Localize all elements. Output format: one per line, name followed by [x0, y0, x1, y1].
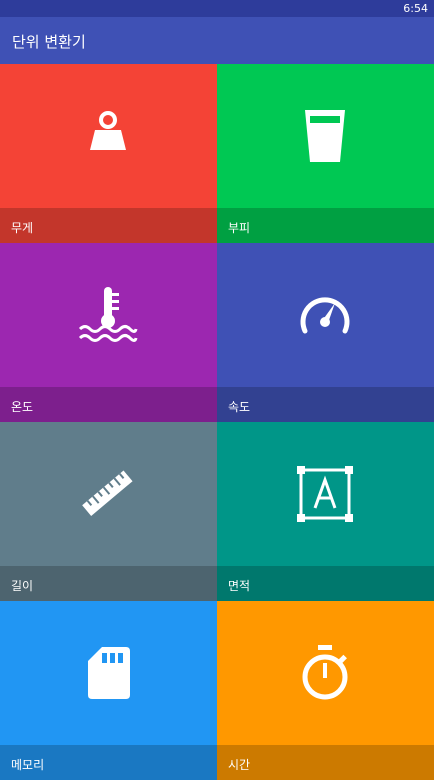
thermometer-icon: [78, 285, 138, 345]
tile-label-speed: 속도: [228, 400, 251, 414]
tile-length[interactable]: 길이: [0, 422, 217, 601]
tile-label-area: 면적: [228, 579, 251, 593]
tile-area[interactable]: 면적: [217, 422, 434, 601]
tile-label-band: 길이: [0, 566, 217, 601]
app-bar: 단위 변환기: [0, 17, 434, 64]
tile-label-band: 속도: [217, 387, 434, 422]
status-time: 6:54: [403, 2, 428, 15]
tile-temperature[interactable]: 온도: [0, 243, 217, 422]
area-icon: [295, 464, 355, 524]
tile-volume[interactable]: 부피: [217, 64, 434, 243]
app-title: 단위 변환기: [12, 33, 86, 51]
tile-label-volume: 부피: [228, 221, 251, 235]
converter-grid: 무게 부피 온도 속도 길이 면적 메모리 시간: [0, 64, 434, 780]
tile-label-band: 부피: [217, 208, 434, 243]
cup-icon: [295, 106, 355, 166]
weight-icon: [78, 106, 138, 166]
tile-speed[interactable]: 속도: [217, 243, 434, 422]
sd-card-icon: [78, 643, 138, 703]
tile-label-memory: 메모리: [11, 758, 45, 772]
tile-label-length: 길이: [11, 579, 34, 593]
speedometer-icon: [295, 285, 355, 345]
tile-label-band: 메모리: [0, 745, 217, 780]
tile-weight[interactable]: 무게: [0, 64, 217, 243]
tile-label-band: 온도: [0, 387, 217, 422]
tile-memory[interactable]: 메모리: [0, 601, 217, 780]
tile-label-time: 시간: [228, 758, 251, 772]
tile-label-temperature: 온도: [11, 400, 34, 414]
ruler-icon: [78, 464, 138, 524]
status-bar: 6:54: [0, 0, 434, 17]
tile-label-band: 면적: [217, 566, 434, 601]
tile-label-band: 시간: [217, 745, 434, 780]
tile-label-band: 무게: [0, 208, 217, 243]
tile-label-weight: 무게: [11, 221, 34, 235]
stopwatch-icon: [295, 643, 355, 703]
tile-time[interactable]: 시간: [217, 601, 434, 780]
